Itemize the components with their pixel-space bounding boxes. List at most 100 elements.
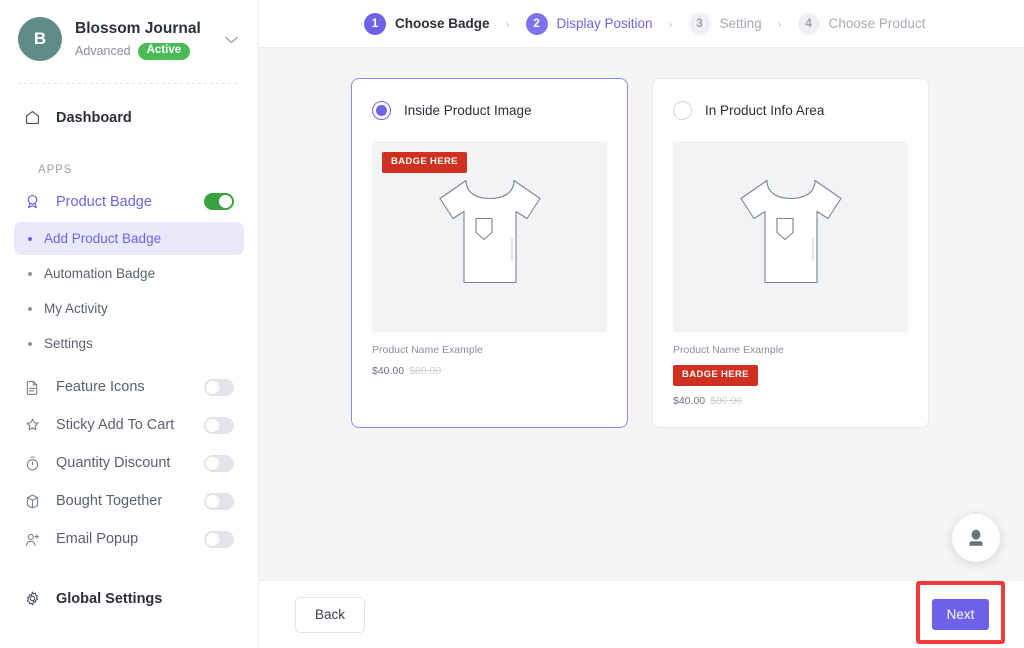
award-icon — [24, 193, 46, 210]
user-avatar-icon — [969, 529, 983, 546]
sidebar-item-automation-badge[interactable]: Automation Badge — [14, 257, 244, 290]
store-status-row: Advanced Active — [75, 42, 223, 60]
sidebar-item-settings[interactable]: Settings — [14, 327, 244, 360]
toggle-email-popup[interactable] — [204, 530, 234, 548]
app-window: B Blossom Journal Advanced Active Dashbo… — [0, 0, 1024, 648]
toggle-sticky-add-to-cart[interactable] — [204, 416, 234, 434]
option-card-in-product-info-area[interactable]: In Product Info Area Product Name Exampl… — [652, 78, 929, 428]
sidebar-item-label: Settings — [44, 336, 93, 351]
sidebar-item-label: Bought Together — [56, 493, 163, 509]
option-label: Inside Product Image — [404, 103, 532, 118]
sidebar-item-label: Feature Icons — [56, 379, 145, 395]
divider — [18, 83, 240, 84]
gear-icon — [24, 590, 46, 607]
sidebar-item-quantity-discount[interactable]: Quantity Discount — [14, 444, 244, 482]
step-number: 3 — [688, 12, 711, 35]
main-panel: 1 Choose Badge › 2 Display Position › 3 … — [259, 0, 1024, 648]
step-setting[interactable]: 3 Setting — [688, 12, 762, 35]
chevron-down-icon[interactable] — [223, 32, 242, 47]
option-label: In Product Info Area — [705, 103, 825, 118]
sidebar-item-label: Sticky Add To Cart — [56, 417, 175, 433]
product-info-inside: Product Name Example $40.00 $80.00 — [372, 332, 607, 377]
sidebar-subnav: Add Product Badge Automation Badge My Ac… — [14, 222, 244, 360]
store-switcher[interactable]: B Blossom Journal Advanced Active — [0, 0, 258, 61]
avatar: B — [18, 17, 62, 61]
radio-inside-product-image[interactable] — [372, 101, 391, 120]
back-button[interactable]: Back — [295, 596, 365, 633]
pin-icon — [24, 417, 46, 434]
bullet-icon — [28, 341, 32, 346]
sidebar-item-label: Email Popup — [56, 531, 139, 547]
step-separator-icon: › — [505, 16, 510, 31]
price: $40.00 — [673, 394, 706, 407]
sidebar-item-bought-together[interactable]: Bought Together — [14, 482, 244, 520]
sidebar-item-label: Product Badge — [56, 193, 152, 210]
sidebar-item-label: My Activity — [44, 301, 108, 316]
tshirt-illustration — [420, 170, 560, 303]
sidebar-item-label: Global Settings — [56, 590, 163, 607]
compare-price: $80.00 — [409, 365, 442, 377]
store-meta: Blossom Journal Advanced Active — [75, 19, 223, 60]
wizard-stepper: 1 Choose Badge › 2 Display Position › 3 … — [259, 0, 1024, 48]
badge-preview: BADGE HERE — [673, 365, 758, 386]
step-label: Choose Product — [828, 16, 926, 31]
compare-price: $80.00 — [710, 394, 743, 407]
user-plus-icon — [24, 531, 46, 548]
sidebar-item-sticky-add-to-cart[interactable]: Sticky Add To Cart — [14, 406, 244, 444]
content-area: Inside Product Image BADGE HERE Product … — [259, 48, 1024, 580]
product-prices: $40.00 $80.00 — [372, 365, 607, 377]
preview-image-info — [673, 141, 908, 332]
step-number: 1 — [364, 12, 386, 35]
toggle-feature-icons[interactable] — [204, 378, 234, 396]
price: $40.00 — [372, 365, 405, 377]
document-icon — [24, 379, 46, 396]
option-header: In Product Info Area — [673, 101, 908, 120]
position-options: Inside Product Image BADGE HERE Product … — [351, 78, 1024, 428]
option-card-inside-product-image[interactable]: Inside Product Image BADGE HERE Product … — [351, 78, 628, 428]
store-name: Blossom Journal — [75, 19, 201, 37]
toggle-bought-together[interactable] — [204, 492, 234, 510]
bullet-icon — [28, 236, 32, 241]
wizard-footer: Back Next — [259, 580, 1024, 648]
product-info-area: Product Name Example BADGE HERE $40.00 $8… — [673, 332, 908, 407]
step-choose-product[interactable]: 4 Choose Product — [797, 12, 926, 35]
next-button[interactable]: Next — [930, 597, 991, 632]
step-label: Setting — [719, 16, 762, 31]
timer-icon — [24, 455, 46, 472]
support-avatar-button[interactable] — [952, 514, 1000, 562]
sidebar-item-dashboard[interactable]: Dashboard — [14, 99, 244, 136]
bullet-icon — [28, 271, 32, 276]
sidebar-item-add-product-badge[interactable]: Add Product Badge — [14, 222, 244, 255]
radio-in-product-info-area[interactable] — [673, 101, 692, 120]
step-choose-badge[interactable]: 1 Choose Badge — [364, 12, 490, 35]
tshirt-illustration — [721, 170, 861, 303]
toggle-quantity-discount[interactable] — [204, 454, 234, 472]
step-display-position[interactable]: 2 Display Position — [525, 12, 653, 35]
step-separator-icon: › — [777, 16, 782, 31]
sidebar-item-label: Quantity Discount — [56, 455, 171, 471]
sidebar-nav: Dashboard APPS Product Badge Add Product… — [0, 99, 258, 617]
home-icon — [24, 109, 46, 126]
bullet-icon — [28, 306, 32, 311]
step-label: Choose Badge — [395, 16, 490, 31]
option-header: Inside Product Image — [372, 101, 607, 120]
toggle-product-badge[interactable] — [204, 193, 234, 210]
sidebar-item-my-activity[interactable]: My Activity — [14, 292, 244, 325]
sidebar-item-feature-icons[interactable]: Feature Icons — [14, 368, 244, 406]
product-name: Product Name Example — [673, 344, 784, 356]
sidebar-item-global-settings[interactable]: Global Settings — [14, 580, 244, 617]
sidebar-item-email-popup[interactable]: Email Popup — [14, 520, 244, 558]
step-number: 2 — [525, 12, 548, 35]
box-icon — [24, 493, 46, 510]
plan-label: Advanced — [75, 44, 131, 58]
apps-section-label: APPS — [38, 164, 73, 176]
status-badge: Active — [137, 42, 191, 60]
sidebar-item-label: Dashboard — [56, 109, 132, 126]
product-prices: $40.00 $80.00 — [673, 395, 908, 407]
step-separator-icon: › — [668, 16, 673, 31]
sidebar-item-product-badge[interactable]: Product Badge — [14, 183, 244, 220]
sidebar-item-label: Add Product Badge — [44, 231, 162, 246]
sidebar: B Blossom Journal Advanced Active Dashbo… — [0, 0, 259, 648]
step-number: 4 — [797, 12, 820, 35]
sidebar-item-label: Automation Badge — [44, 266, 156, 281]
